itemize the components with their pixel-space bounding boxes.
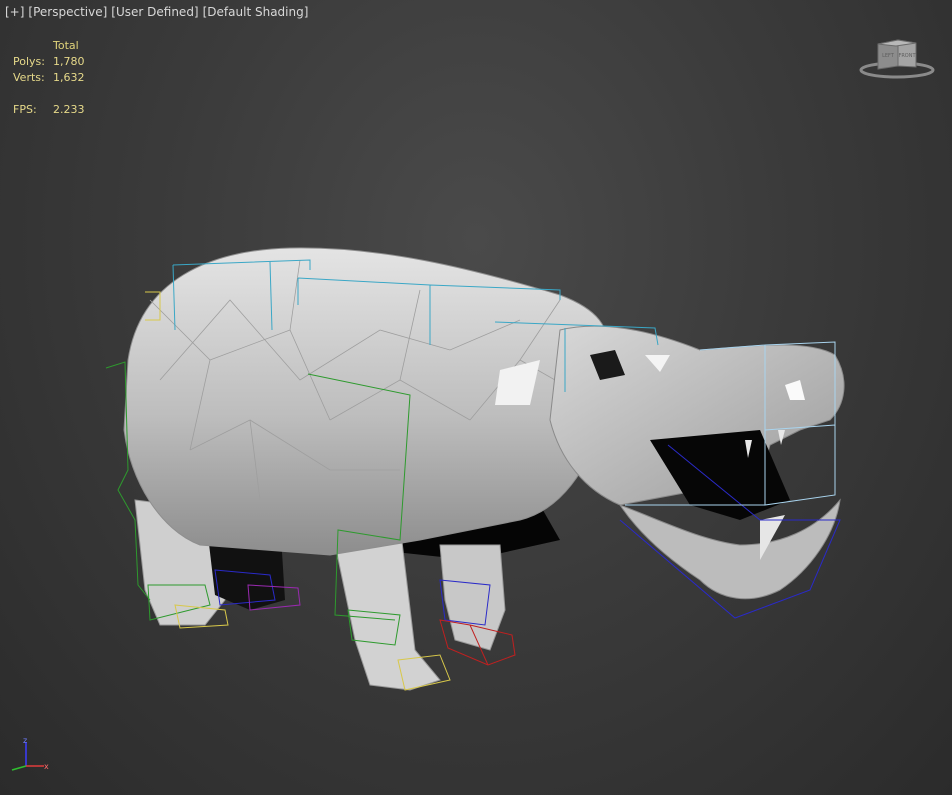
x-axis-label: x bbox=[44, 762, 49, 771]
axis-tripod: z x bbox=[11, 736, 49, 771]
z-axis-label: z bbox=[23, 736, 27, 745]
scene-canvas[interactable] bbox=[0, 0, 952, 795]
hippo-mesh[interactable] bbox=[123, 247, 845, 691]
y-axis-line bbox=[11, 765, 27, 771]
mesh-front-right-leg bbox=[439, 544, 506, 651]
3d-viewport[interactable]: [+] [Perspective] [User Defined] [Defaul… bbox=[0, 0, 952, 795]
mesh-body bbox=[123, 247, 607, 556]
